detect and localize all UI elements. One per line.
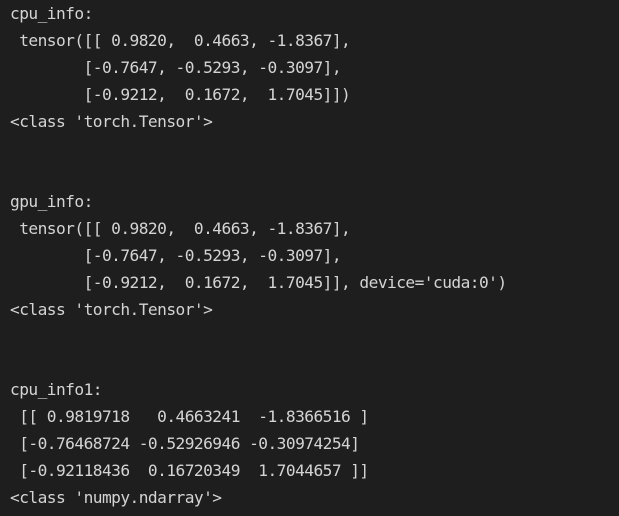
cpu-tensor-row-2: [-0.7647, -0.5293, -0.3097], [10, 57, 342, 77]
cpu-tensor-row-1: tensor([[ 0.9820, 0.4663, -1.8367], [10, 30, 351, 50]
cpu-info1-label: cpu_info1: [10, 380, 103, 400]
gpu-tensor-row-2: [-0.7647, -0.5293, -0.3097], [10, 246, 342, 266]
numpy-array-row-3: [-0.92118436 0.16720349 1.7044657 ]] [10, 461, 369, 481]
cpu-info-label: cpu_info: [10, 4, 93, 23]
numpy-array-row-1: [[ 0.9819718 0.4663241 -1.8366516 ] [10, 407, 369, 427]
console-output: cpu_info: tensor([[ 0.9820, 0.4663, -1.8… [0, 0, 619, 516]
gpu-tensor-row-3: [-0.9212, 0.1672, 1.7045]], device='cuda… [10, 272, 508, 292]
gpu-type-line: <class 'torch.Tensor'> [10, 299, 213, 319]
cpu-type-line: <class 'torch.Tensor'> [10, 111, 213, 131]
gpu-info-label: gpu_info: [10, 192, 93, 212]
gpu-tensor-row-1: tensor([[ 0.9820, 0.4663, -1.8367], [10, 219, 351, 239]
numpy-array-row-2: [-0.76468724 -0.52926946 -0.30974254] [10, 434, 360, 454]
cpu-tensor-row-3: [-0.9212, 0.1672, 1.7045]]) [10, 84, 351, 104]
numpy-type-line: <class 'numpy.ndarray'> [10, 488, 222, 508]
